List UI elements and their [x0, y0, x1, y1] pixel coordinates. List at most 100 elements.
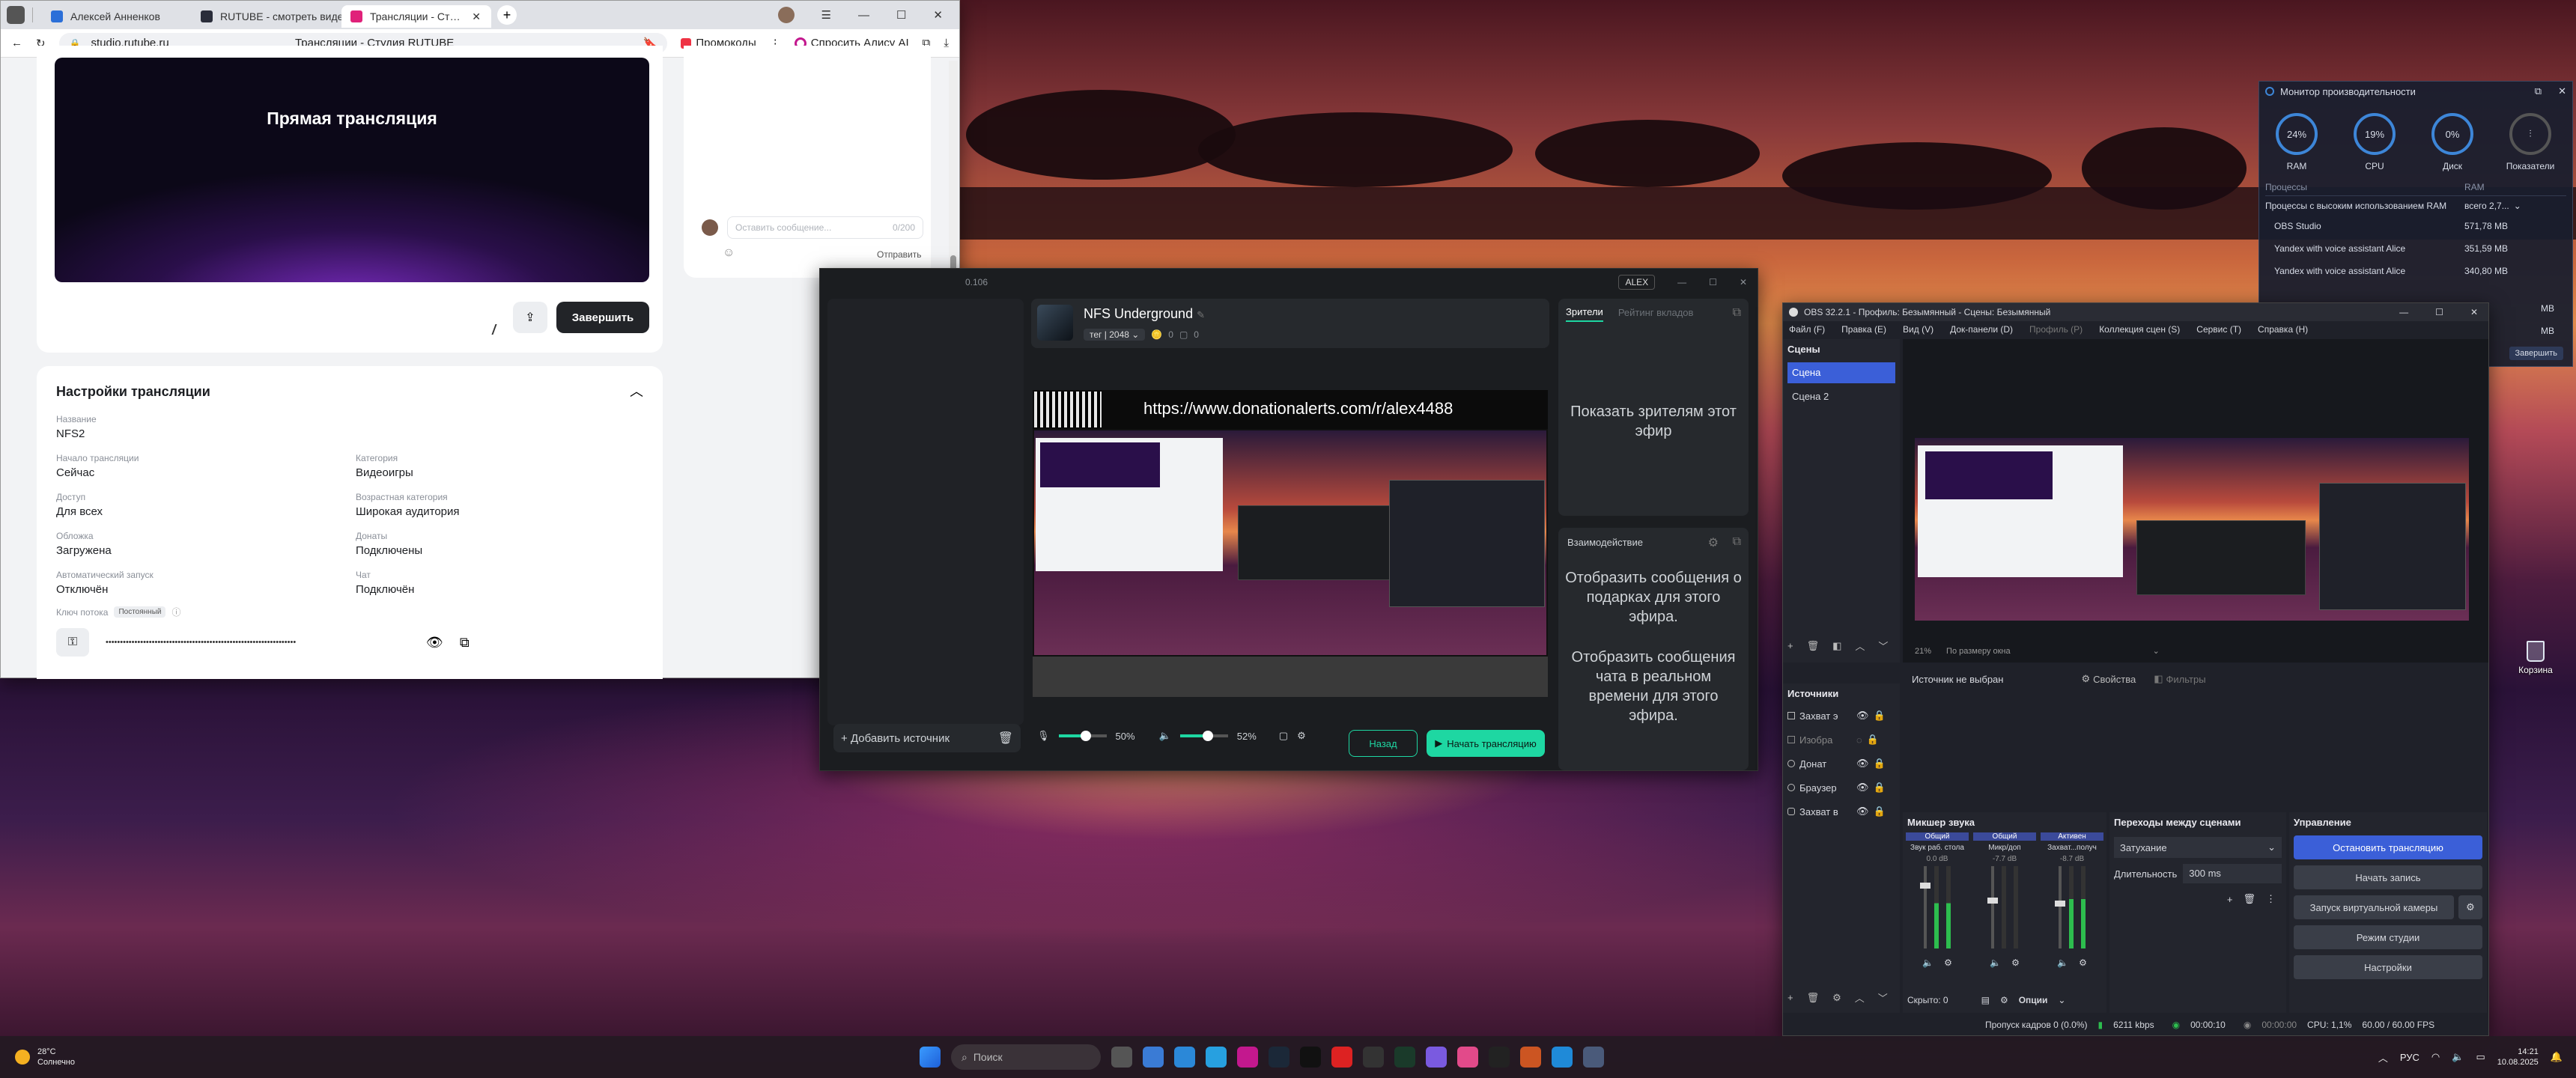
channel-meter[interactable]: [2041, 866, 2103, 948]
edge-icon[interactable]: [1174, 1047, 1195, 1068]
tab-rating[interactable]: Рейтинг вкладов: [1618, 307, 1694, 321]
close-icon[interactable]: ✕: [2558, 85, 2566, 97]
menu-view[interactable]: Вид (V): [1903, 324, 1933, 335]
download-icon[interactable]: ⤓: [944, 37, 949, 49]
app-icon[interactable]: [1552, 1047, 1573, 1068]
app-icon[interactable]: [1457, 1047, 1478, 1068]
popout-icon[interactable]: ⧉: [1733, 535, 1741, 549]
eye-icon[interactable]: 👁: [1856, 782, 1869, 794]
menu-icon[interactable]: ☰: [821, 8, 831, 22]
trash-icon[interactable]: 🗑: [1807, 992, 1820, 1004]
search-box[interactable]: ⌕ Поиск: [951, 1044, 1101, 1070]
channel-meter[interactable]: [1906, 866, 1969, 948]
stop-stream-button[interactable]: Остановить трансляцию: [2294, 835, 2482, 859]
menu-profile[interactable]: Профиль (P): [2029, 324, 2083, 335]
source-item[interactable]: Изобра ◌ 🔒: [1783, 728, 1900, 752]
lock-icon[interactable]: 🔒: [1874, 806, 1886, 817]
close-icon[interactable]: ✕: [1740, 277, 1747, 287]
lock-icon[interactable]: 🔒: [1874, 782, 1886, 794]
battery-icon[interactable]: ▭: [2476, 1051, 2485, 1063]
process-row[interactable]: Yandex with voice assistant Alice 340,80 …: [2274, 264, 2566, 278]
obs-taskbar-icon[interactable]: [1363, 1047, 1384, 1068]
info-icon[interactable]: ⓘ: [171, 606, 180, 618]
popout-icon[interactable]: ⧉: [2535, 85, 2542, 97]
mic-slider[interactable]: [1058, 731, 1107, 741]
menu-scene-collection[interactable]: Коллекция сцен (S): [2099, 324, 2180, 335]
tab-2[interactable]: Трансляции - Студия RUTUBE ✕: [341, 5, 491, 28]
trash-icon[interactable]: 🗑: [2243, 893, 2255, 905]
tag-pill[interactable]: тег | 2048 ⌄: [1084, 329, 1146, 341]
chevron-up-icon[interactable]: ︿: [2378, 1050, 2388, 1065]
maximize-icon[interactable]: ☐: [896, 8, 906, 22]
yandex-browser-icon[interactable]: [1237, 1047, 1258, 1068]
filters-button[interactable]: ◧ Фильтры: [2154, 673, 2205, 685]
menu-help[interactable]: Справка (H): [2258, 324, 2308, 335]
clock[interactable]: 14:21 10.08.2025: [2497, 1047, 2539, 1068]
store-icon[interactable]: [1143, 1047, 1164, 1068]
speaker-icon[interactable]: 🔈: [1159, 730, 1171, 742]
weather-widget[interactable]: 28°C Солнечно: [15, 1047, 75, 1068]
gear-icon[interactable]: ⚙: [1297, 730, 1306, 742]
scene-item[interactable]: Сцена: [1787, 362, 1895, 383]
volume-icon[interactable]: 🔈: [2452, 1051, 2464, 1063]
emoji-icon[interactable]: ☺: [723, 246, 735, 260]
eye-icon[interactable]: 👁: [1856, 806, 1869, 817]
eye-icon[interactable]: 👁: [426, 635, 443, 651]
start-stream-button[interactable]: ▶ Начать трансляцию: [1427, 730, 1545, 757]
trash-icon[interactable]: 🗑: [1807, 640, 1820, 652]
chat-input[interactable]: Оставить сообщение... 0/200: [727, 216, 923, 239]
gear-icon[interactable]: ⚙: [2079, 957, 2087, 968]
menu-file[interactable]: Файл (F): [1789, 324, 1825, 335]
lock-icon[interactable]: 🔒: [1867, 734, 1879, 746]
language-indicator[interactable]: РУС: [2400, 1052, 2419, 1063]
start-icon[interactable]: [920, 1047, 941, 1068]
menu-docks[interactable]: Док-панели (D): [1950, 324, 2013, 335]
tab-1[interactable]: RUTUBE - смотреть видео: [192, 5, 341, 28]
maximize-icon[interactable]: ☐: [2435, 307, 2443, 317]
chevron-up-icon[interactable]: ︿: [630, 381, 643, 401]
browser-menu-icon[interactable]: [7, 6, 25, 24]
user-badge[interactable]: ALEX: [1618, 275, 1656, 290]
steam-icon[interactable]: [1269, 1047, 1289, 1068]
app-icon[interactable]: [1583, 1047, 1604, 1068]
eye-icon[interactable]: 👁: [1856, 758, 1869, 770]
new-tab-button[interactable]: +: [497, 5, 517, 25]
gear-icon[interactable]: ⚙: [2011, 957, 2020, 968]
chevron-up-icon[interactable]: ︿: [1855, 990, 1865, 1005]
layout-icon[interactable]: ▤: [1981, 995, 1990, 1005]
start-recording-button[interactable]: Начать запись: [2294, 865, 2482, 889]
speaker-icon[interactable]: 🔈: [1990, 957, 2001, 968]
source-item[interactable]: Захват э 👁 🔒: [1783, 704, 1900, 728]
add-icon[interactable]: +: [1787, 640, 1793, 651]
gear-icon[interactable]: ⚙: [1944, 957, 1952, 968]
chevron-down-icon[interactable]: ⌄: [2058, 995, 2065, 1005]
more-icon[interactable]: ⋮: [2266, 893, 2276, 905]
task-view-icon[interactable]: [1111, 1047, 1132, 1068]
settings-button[interactable]: Настройки: [2294, 955, 2482, 979]
notification-icon[interactable]: 🔔: [2551, 1051, 2563, 1063]
process-row[interactable]: Yandex with voice assistant Alice 351,59 …: [2274, 241, 2566, 256]
app-icon[interactable]: [1489, 1047, 1510, 1068]
volume-slider[interactable]: [1179, 731, 1228, 741]
app-icon[interactable]: [1331, 1047, 1352, 1068]
maximize-icon[interactable]: ☐: [1709, 277, 1717, 287]
tab-viewers[interactable]: Зрители: [1566, 306, 1603, 322]
close-icon[interactable]: ✕: [933, 8, 943, 22]
chevron-down-icon[interactable]: ﹀: [1878, 639, 1888, 653]
stream-key-field[interactable]: ••••••••••••••••••••••••••••••••••••••••…: [106, 638, 410, 647]
source-item[interactable]: Браузер 👁 🔒: [1783, 776, 1900, 800]
minimize-icon[interactable]: —: [1677, 277, 1686, 287]
end-task-button[interactable]: Завершить: [2509, 347, 2563, 360]
finish-stream-button[interactable]: Завершить: [556, 302, 649, 333]
copy-icon[interactable]: ⧉: [460, 635, 470, 651]
options-button[interactable]: Опции: [2019, 995, 2048, 1005]
gauge-metrics[interactable]: ⫶ Показатели: [2502, 113, 2559, 171]
telegram-icon[interactable]: [1206, 1047, 1227, 1068]
lock-icon[interactable]: 🔒: [1874, 758, 1886, 770]
back-icon[interactable]: ←: [11, 37, 22, 49]
chevron-up-icon[interactable]: ︿: [1855, 639, 1865, 653]
app-icon[interactable]: [1394, 1047, 1415, 1068]
process-row[interactable]: OBS Studio 571,78 MB: [2274, 219, 2566, 234]
chevron-down-icon[interactable]: ﹀: [1878, 990, 1888, 1005]
menu-tools[interactable]: Сервис (T): [2196, 324, 2241, 335]
